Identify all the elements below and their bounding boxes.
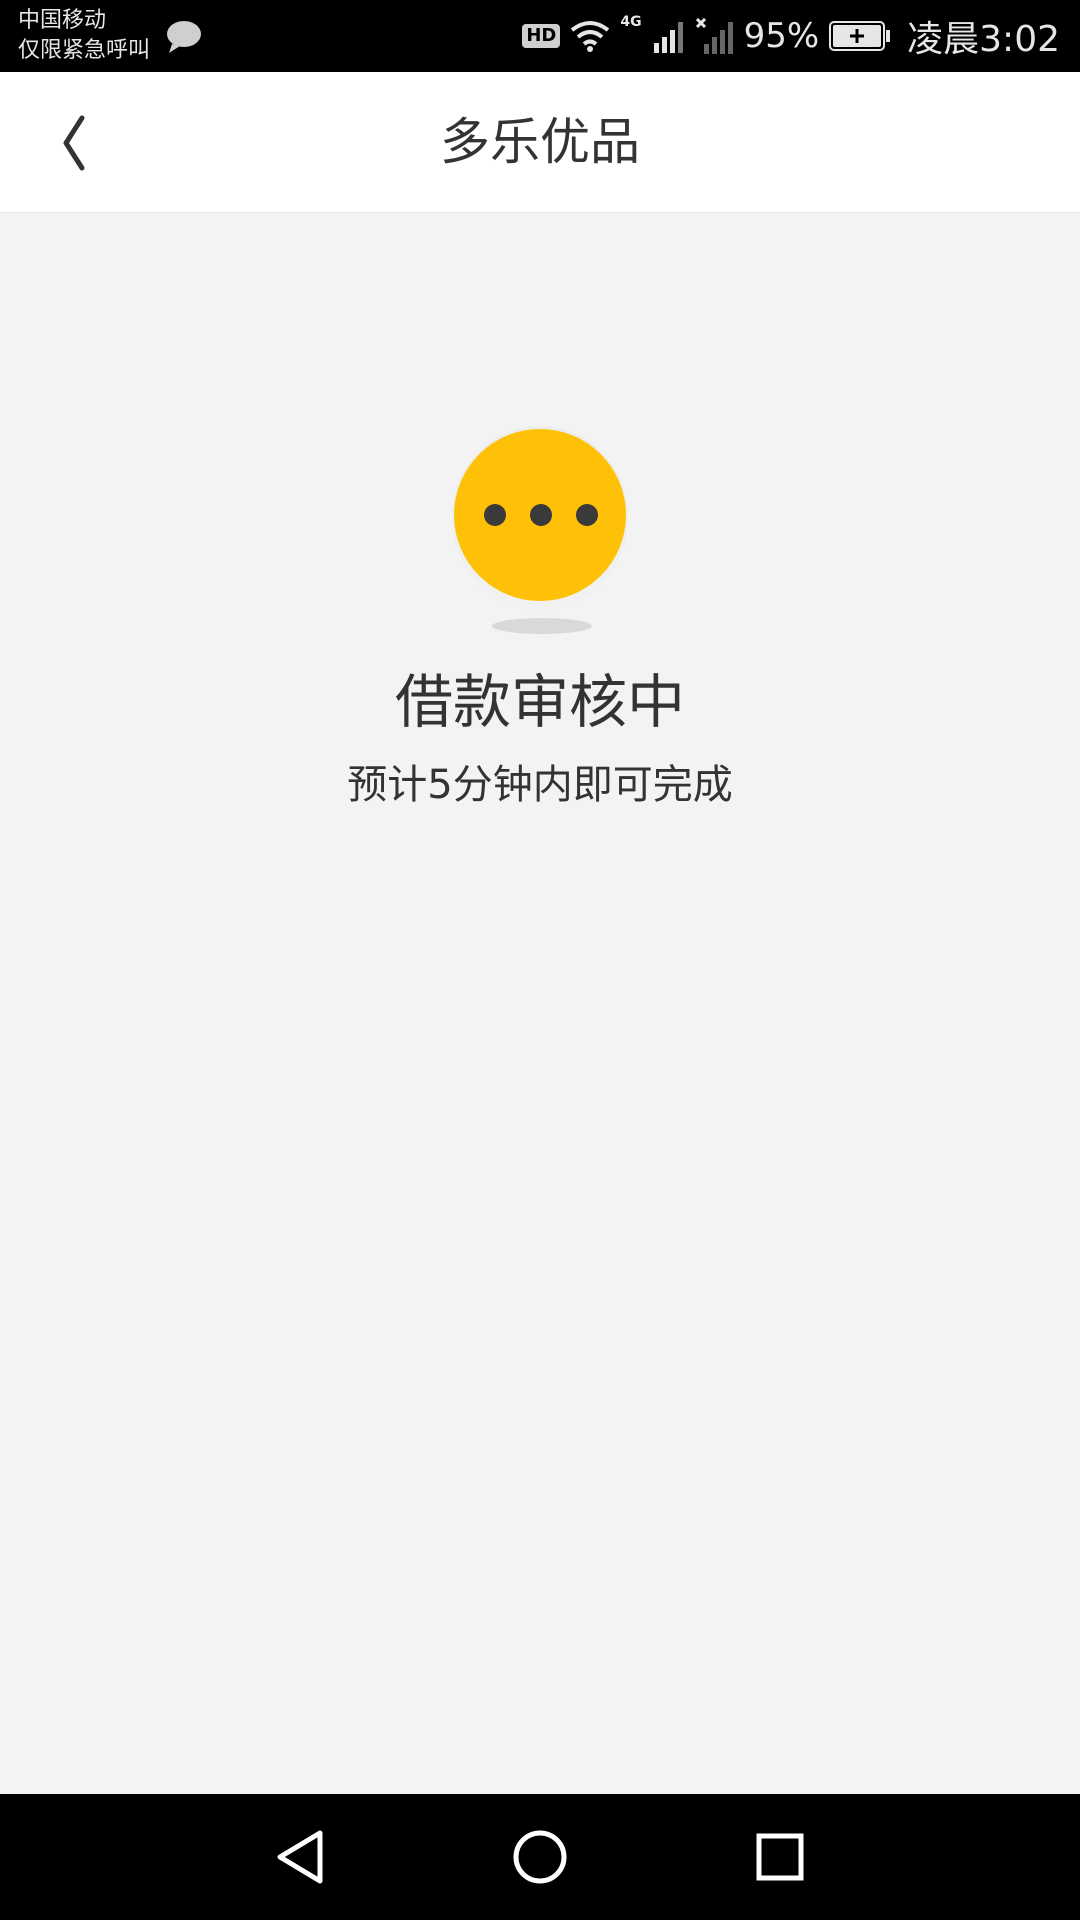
battery-charging-icon xyxy=(829,21,891,51)
status-icons: HD 4G 95% 凌晨3:02 xyxy=(522,0,1060,72)
clock: 凌晨3:02 xyxy=(907,19,1060,60)
signal-strength-icon xyxy=(653,22,683,53)
network-type-label: 4G xyxy=(620,14,642,30)
emergency-only-text: 仅限紧急呼叫 xyxy=(18,38,151,63)
nav-back-button[interactable] xyxy=(270,1827,330,1887)
status-bar: 中国移动 仅限紧急呼叫 HD 4G 95% 凌晨3:02 xyxy=(0,0,1080,72)
wifi-icon xyxy=(571,21,610,52)
nav-recent-apps-button[interactable] xyxy=(750,1827,810,1887)
app-header: 多乐优品 xyxy=(0,72,1080,213)
loading-dots-face-icon xyxy=(450,420,630,640)
nav-home-button[interactable] xyxy=(510,1827,570,1887)
triangle-back-icon xyxy=(277,1830,323,1884)
chat-bubble-icon xyxy=(167,21,201,53)
no-signal-icon xyxy=(695,18,733,54)
estimated-time-text: 预计5分钟内即可完成 xyxy=(347,762,733,808)
carrier-info: 中国移动 仅限紧急呼叫 xyxy=(18,6,150,66)
system-nav-bar xyxy=(0,1794,1080,1920)
carrier-name: 中国移动 xyxy=(18,8,107,33)
battery-percent: 95% xyxy=(743,16,820,56)
hd-icon: HD xyxy=(522,24,561,48)
review-status-heading: 借款审核中 xyxy=(394,668,685,736)
page-title: 多乐优品 xyxy=(440,113,640,171)
circle-home-icon xyxy=(513,1830,567,1884)
square-recent-icon xyxy=(756,1833,804,1881)
